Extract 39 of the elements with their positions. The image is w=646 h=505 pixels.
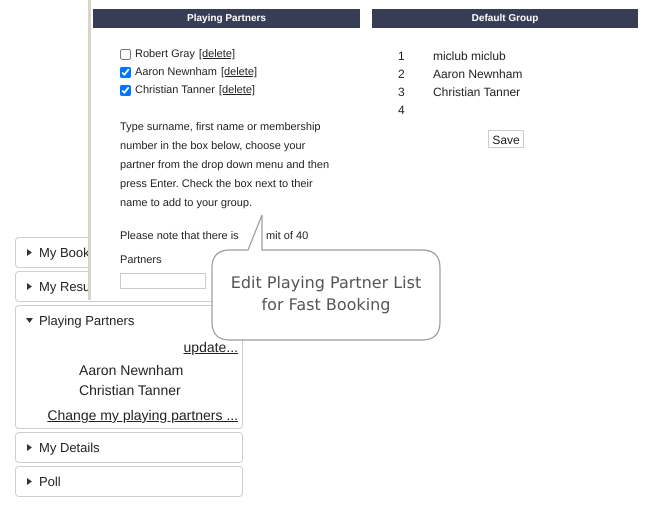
sidebar-item[interactable]: Poll xyxy=(16,467,61,496)
delete-link[interactable]: [delete] xyxy=(220,64,258,81)
callout-text: for Fast Booking xyxy=(262,294,390,316)
collapsed-triangle-icon xyxy=(26,283,33,290)
sidebar-item[interactable]: My Details xyxy=(16,433,100,462)
partner-name: Robert Gray xyxy=(135,47,195,62)
callout-text: Edit Playing Partner List xyxy=(230,272,422,294)
expanded-triangle-icon xyxy=(26,317,33,324)
group-member-name: Christian Tanner xyxy=(433,84,520,98)
group-member-name: miclub miclub xyxy=(433,48,506,62)
delete-link[interactable]: [delete] xyxy=(198,46,236,63)
partner-checkbox[interactable] xyxy=(120,67,131,78)
update-link[interactable]: update... xyxy=(184,339,238,356)
row-number: 2 xyxy=(398,66,406,80)
row-number: 4 xyxy=(398,102,406,116)
partner-search-field[interactable] xyxy=(120,273,206,289)
panel-header: Default Group xyxy=(372,9,638,28)
delete-link[interactable]: [delete] xyxy=(218,82,255,99)
partner-name: Christian Tanner xyxy=(135,83,215,98)
instructions-text: Type surname, first name or membership number in the box below, choose your partner from the drop down menu and then press Enter. Check the box next to their name to add to your group. xyxy=(120,120,330,211)
panel-header: Playing Partners xyxy=(93,9,360,28)
sidebar-item[interactable]: My Book xyxy=(16,238,90,267)
collapsed-triangle-icon xyxy=(26,444,33,451)
partner-name: Aaron Newnham xyxy=(79,362,184,379)
change-partners-link[interactable]: Change my playing partners ... xyxy=(47,407,238,424)
note-text: Partners xyxy=(120,252,162,268)
note-text: Please note that there is xyxy=(120,229,240,244)
row-number: 1 xyxy=(398,48,406,62)
partner-checkbox[interactable] xyxy=(120,85,131,96)
sidebar-item[interactable]: Playing Partners xyxy=(16,306,134,335)
row-number: 3 xyxy=(398,84,406,98)
partner-checkbox[interactable] xyxy=(120,49,131,60)
save-button[interactable]: Save xyxy=(488,130,524,148)
partner-name: Christian Tanner xyxy=(79,382,181,399)
partner-name: Aaron Newnham xyxy=(135,65,217,80)
note-text: mit of 40 xyxy=(266,229,308,244)
collapsed-triangle-icon xyxy=(26,249,33,256)
collapsed-triangle-icon xyxy=(26,478,33,485)
group-member-name: Aaron Newnham xyxy=(433,66,522,80)
